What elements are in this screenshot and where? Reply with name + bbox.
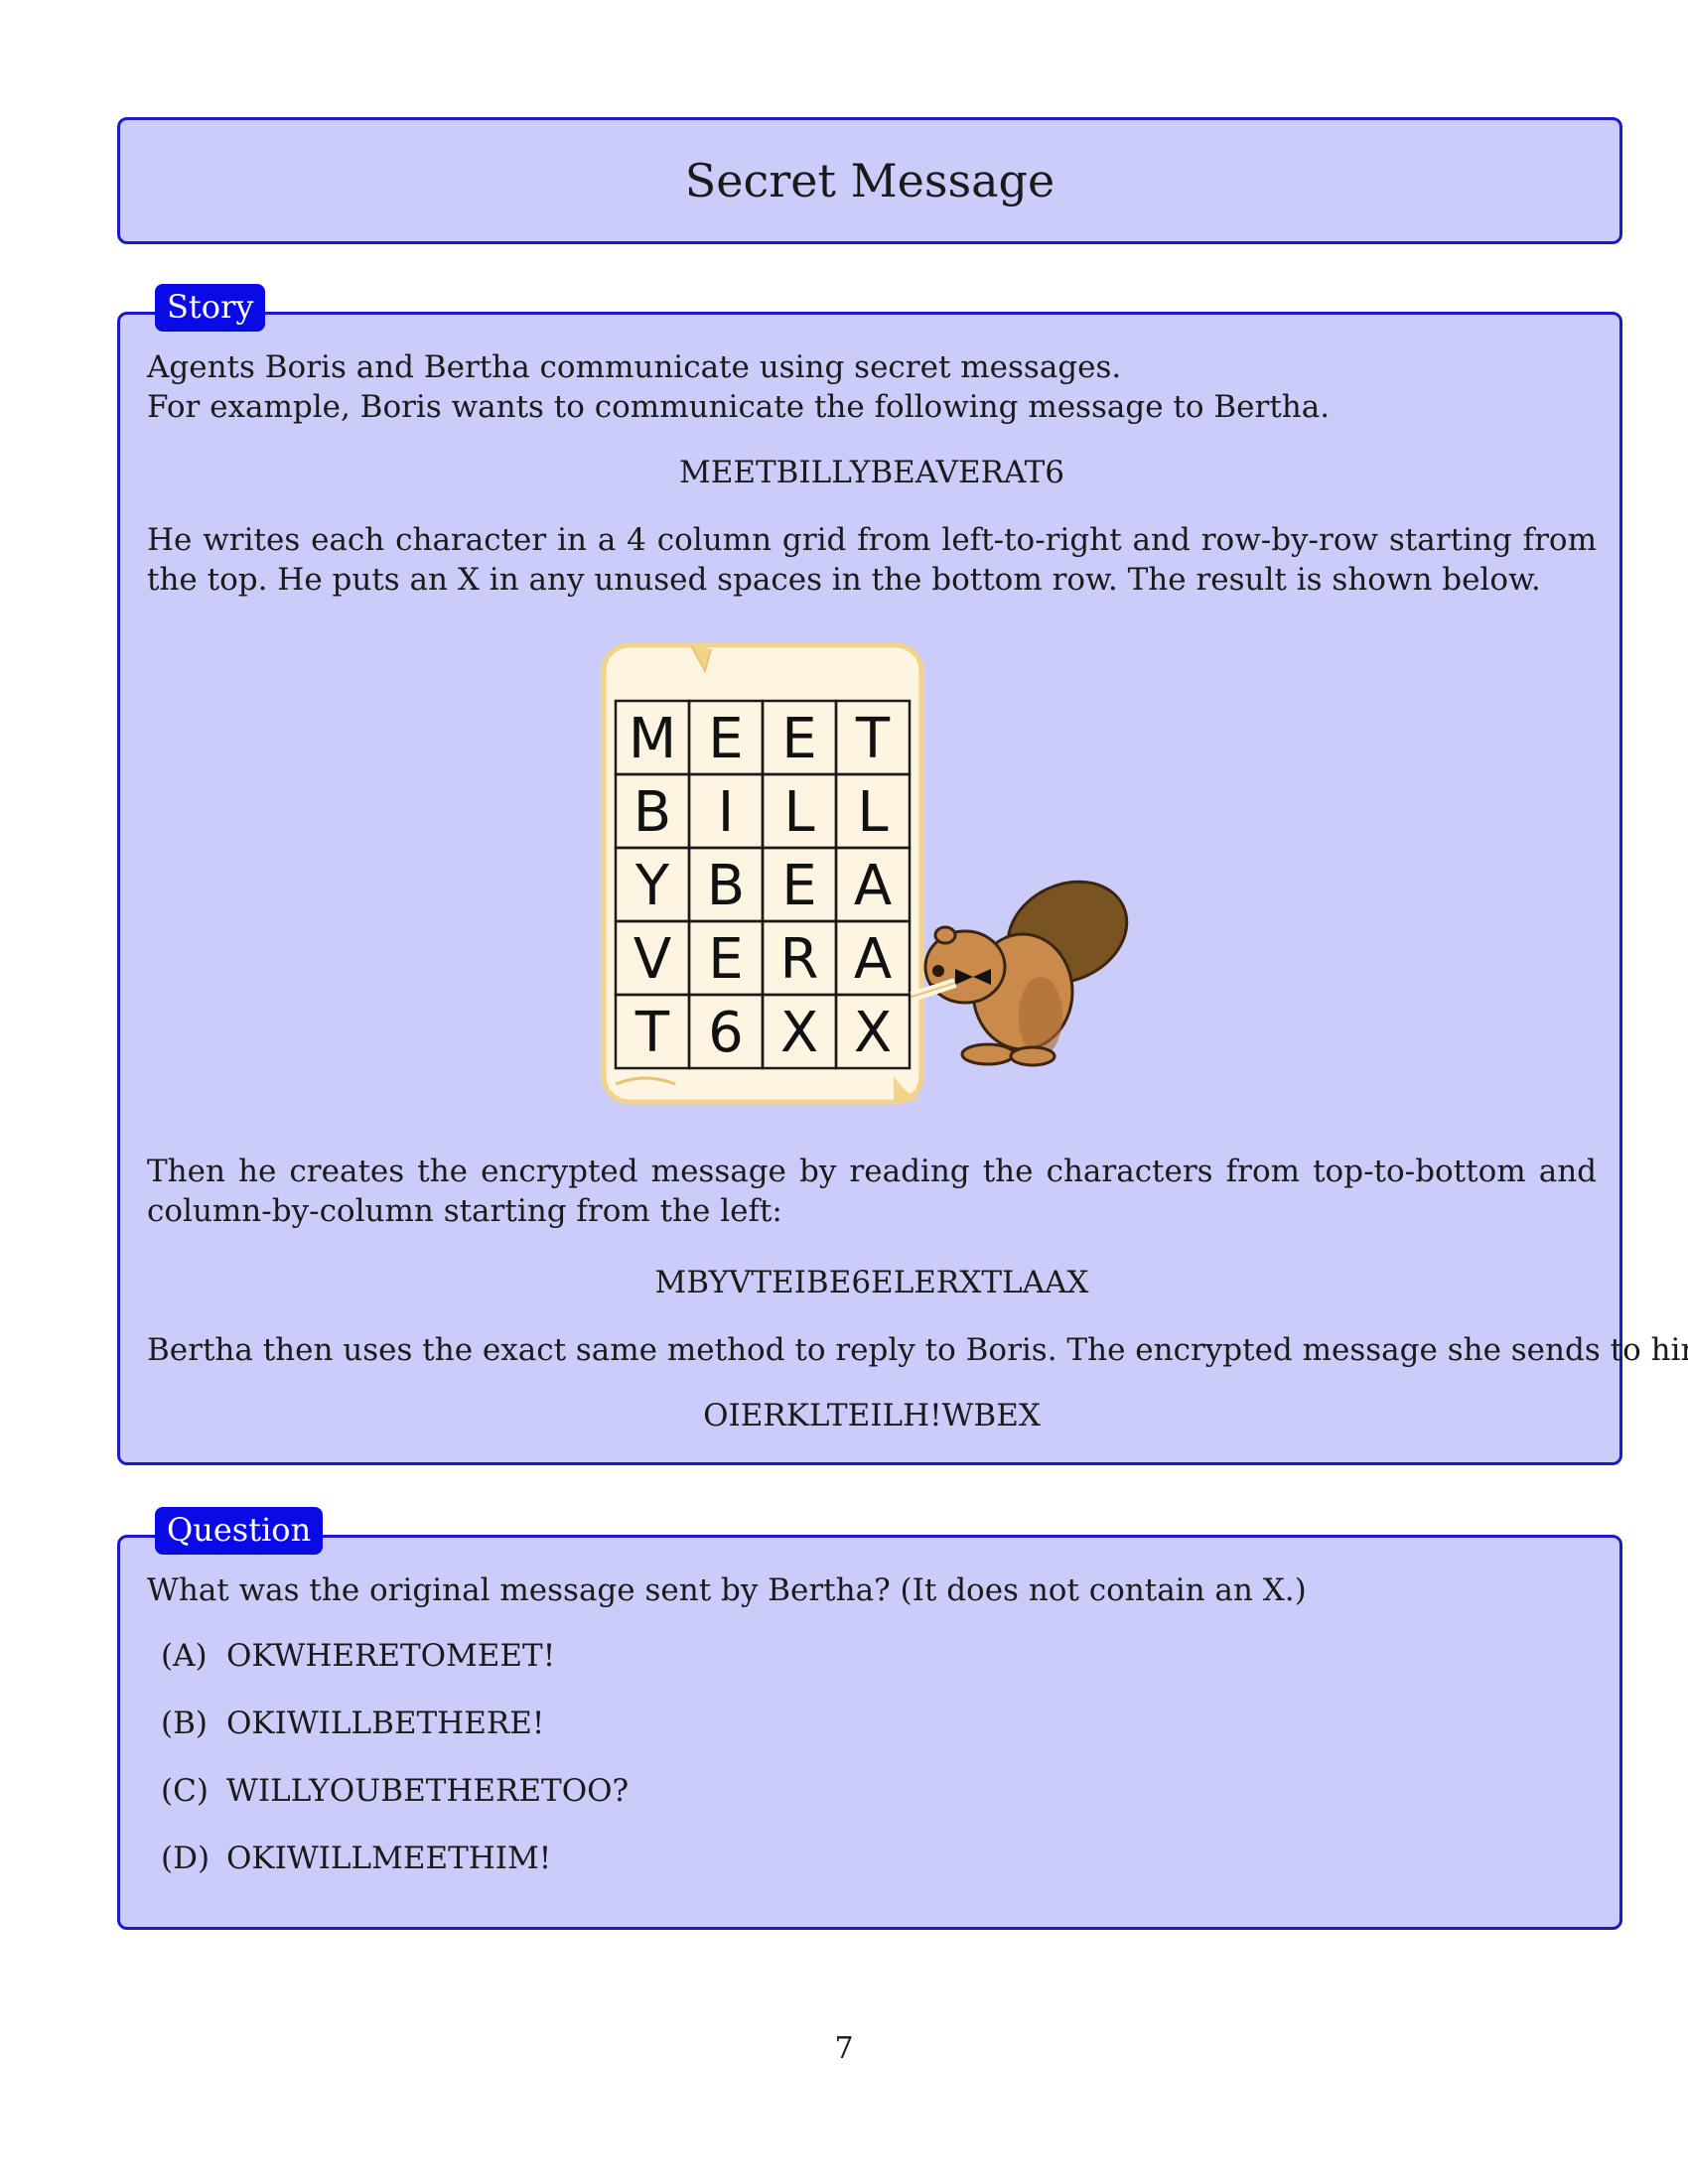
story-line-1: Agents Boris and Bertha communicate usin…: [147, 349, 1122, 385]
option-text: OKIWILLBETHERE!: [226, 1706, 545, 1741]
option-text: WILLYOUBETHERETOO?: [226, 1773, 630, 1809]
grid-letter: B: [633, 780, 671, 845]
grid-letter: A: [854, 927, 892, 992]
question-label: Question: [155, 1507, 324, 1555]
option-text: OKIWILLMEETHIM!: [226, 1841, 552, 1876]
grid-letter: E: [781, 854, 816, 918]
story-paragraph-3: Then he creates the encrypted message by…: [147, 1154, 1597, 1229]
story-paragraph-4: Bertha then uses the exact same method t…: [147, 1332, 1688, 1368]
title-box: Secret Message: [117, 117, 1622, 244]
option-letter: (B): [161, 1706, 208, 1741]
grid-letter: E: [708, 707, 743, 771]
story-line-2: For example, Boris wants to communicate …: [147, 389, 1331, 425]
grid-letter: 6: [708, 1001, 744, 1065]
beaver-icon: [910, 880, 1129, 1067]
story-intro: Agents Boris and Bertha communicate usin…: [147, 347, 1597, 427]
grid-illustration: M E E TB I L LY B E AV E R AT 6 X X: [601, 642, 1129, 1105]
grid-letter: E: [781, 707, 816, 771]
story-label: Story: [155, 284, 266, 332]
option-text: OKWHERETOMEET!: [226, 1638, 556, 1674]
option-letter: (A): [161, 1638, 208, 1674]
grid-letter: X: [780, 1001, 818, 1065]
grid-letter: R: [780, 927, 819, 992]
grid-letter: Y: [634, 854, 670, 918]
grid-letter: A: [854, 854, 892, 918]
grid-letter: T: [634, 1001, 670, 1065]
grid-letter: B: [707, 854, 745, 918]
encrypted-message: MBYVTEIBE6ELERXTLAAX: [654, 1265, 1089, 1300]
option-letter: (C): [161, 1773, 209, 1809]
grid-letter: L: [783, 780, 814, 845]
grid-letter: M: [629, 707, 676, 771]
option-letter: (D): [161, 1841, 211, 1876]
option-b[interactable]: (B) OKIWILLBETHERE!: [161, 1706, 544, 1741]
grid-letter: T: [855, 707, 891, 771]
grid-letter: X: [854, 1001, 892, 1065]
letter-grid: M E E TB I L LY B E AV E R AT 6 X X: [614, 699, 912, 1070]
page-title: Secret Message: [684, 154, 1055, 207]
option-c[interactable]: (C) WILLYOUBETHERETOO?: [161, 1773, 629, 1809]
grid-letter: V: [633, 927, 671, 992]
story-paragraph-2: He writes each character in a 4 column g…: [147, 522, 1597, 598]
question-text: What was the original message sent by Be…: [147, 1572, 1307, 1608]
grid-letter: E: [708, 927, 743, 992]
page-number: 7: [834, 2031, 854, 2066]
grid-letter: L: [857, 780, 888, 845]
grid-letter: I: [718, 780, 735, 845]
reply-message: OIERKLTEILH!WBEX: [703, 1398, 1041, 1433]
plain-message: MEETBILLYBEAVERAT6: [678, 455, 1065, 490]
option-d[interactable]: (D) OKIWILLMEETHIM!: [161, 1841, 551, 1876]
option-a[interactable]: (A) OKWHERETOMEET!: [161, 1638, 555, 1674]
